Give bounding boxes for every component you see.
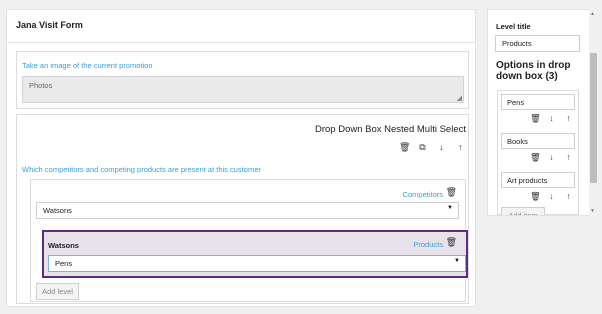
level-title-input[interactable]: Products [495,35,580,52]
trash-icon[interactable]: 🗑 [399,142,410,153]
caret-down-icon: ▼ [447,205,453,211]
option-input[interactable]: Books [501,133,575,149]
option-input[interactable]: Art products [501,172,575,188]
dropdown-prompt: Which competitors and competing products… [22,165,261,174]
trash-icon[interactable]: 🗑 [530,113,541,124]
level-label-products[interactable]: Products [413,240,443,249]
option-input[interactable]: Pens [501,94,575,110]
level-label-competitors[interactable]: Competitors [403,190,443,199]
scrollbar-thumb[interactable] [590,53,597,183]
option-item: Art products 🗑 ↓ ↑ [501,172,575,202]
photos-placeholder: Photos [29,81,53,90]
options-heading: Options in drop down box (3) [496,60,571,82]
photos-field[interactable]: Photos ◢ [22,76,464,103]
level-title-label: Level title [496,22,531,31]
side-scrollbar[interactable]: ▲ ▼ [589,9,598,216]
products-select-value: Pens [55,259,73,268]
form-title: Jana Visit Form [16,20,83,30]
scroll-up-icon[interactable]: ▲ [590,11,595,17]
option-item: Pens 🗑 ↓ ↑ [501,94,575,124]
arrow-up-icon[interactable]: ↑ [564,152,573,163]
copy-icon[interactable]: ⧉ [418,142,427,153]
resize-grip-icon[interactable]: ◢ [457,95,462,102]
trash-icon[interactable]: 🗑 [530,152,541,163]
dropdown-question-block[interactable]: Drop Down Box Nested Multi Select 🗑 ⧉ ↓ … [16,114,469,304]
arrow-down-icon[interactable]: ↓ [437,142,446,153]
photo-prompt: Take an image of the current promotion [22,61,153,70]
trash-icon[interactable]: 🗑 [446,187,457,198]
arrow-up-icon[interactable]: ↑ [456,142,465,153]
arrow-down-icon[interactable]: ↓ [547,152,556,163]
add-item-button[interactable]: Add item [501,207,545,215]
arrow-up-icon[interactable]: ↑ [564,113,573,124]
products-select[interactable]: Pens ▼ [48,255,466,272]
options-list: Pens 🗑 ↓ ↑ Books 🗑 ↓ ↑ Art products 🗑 ↓ … [497,90,579,215]
scroll-down-icon[interactable]: ▼ [590,208,595,214]
dropdown-title: Drop Down Box Nested Multi Select [314,124,466,135]
arrow-down-icon[interactable]: ↓ [547,191,556,202]
add-level-button[interactable]: Add level [36,283,79,300]
arrow-down-icon[interactable]: ↓ [547,113,556,124]
trash-icon[interactable]: 🗑 [530,191,541,202]
level-heading: Watsons [48,241,79,250]
competitors-select[interactable]: Watsons ▼ [36,202,459,219]
arrow-up-icon[interactable]: ↑ [564,191,573,202]
selected-level-products[interactable]: Watsons Products 🗑 Pens ▼ [42,230,468,278]
side-panel: Level title Products Options in drop dow… [487,9,590,216]
levels-container: Competitors 🗑 Watsons ▼ Watsons Products… [30,179,468,302]
photo-question-block[interactable]: Take an image of the current promotion P… [16,51,469,109]
form-panel: Jana Visit Form Take an image of the cur… [6,9,476,307]
question-toolbar: 🗑 ⧉ ↓ ↑ [399,142,465,153]
caret-down-icon: ▼ [454,258,460,264]
trash-icon[interactable]: 🗑 [446,237,457,248]
option-item: Books 🗑 ↓ ↑ [501,133,575,163]
divider [7,42,475,43]
competitors-select-value: Watsons [43,206,72,215]
